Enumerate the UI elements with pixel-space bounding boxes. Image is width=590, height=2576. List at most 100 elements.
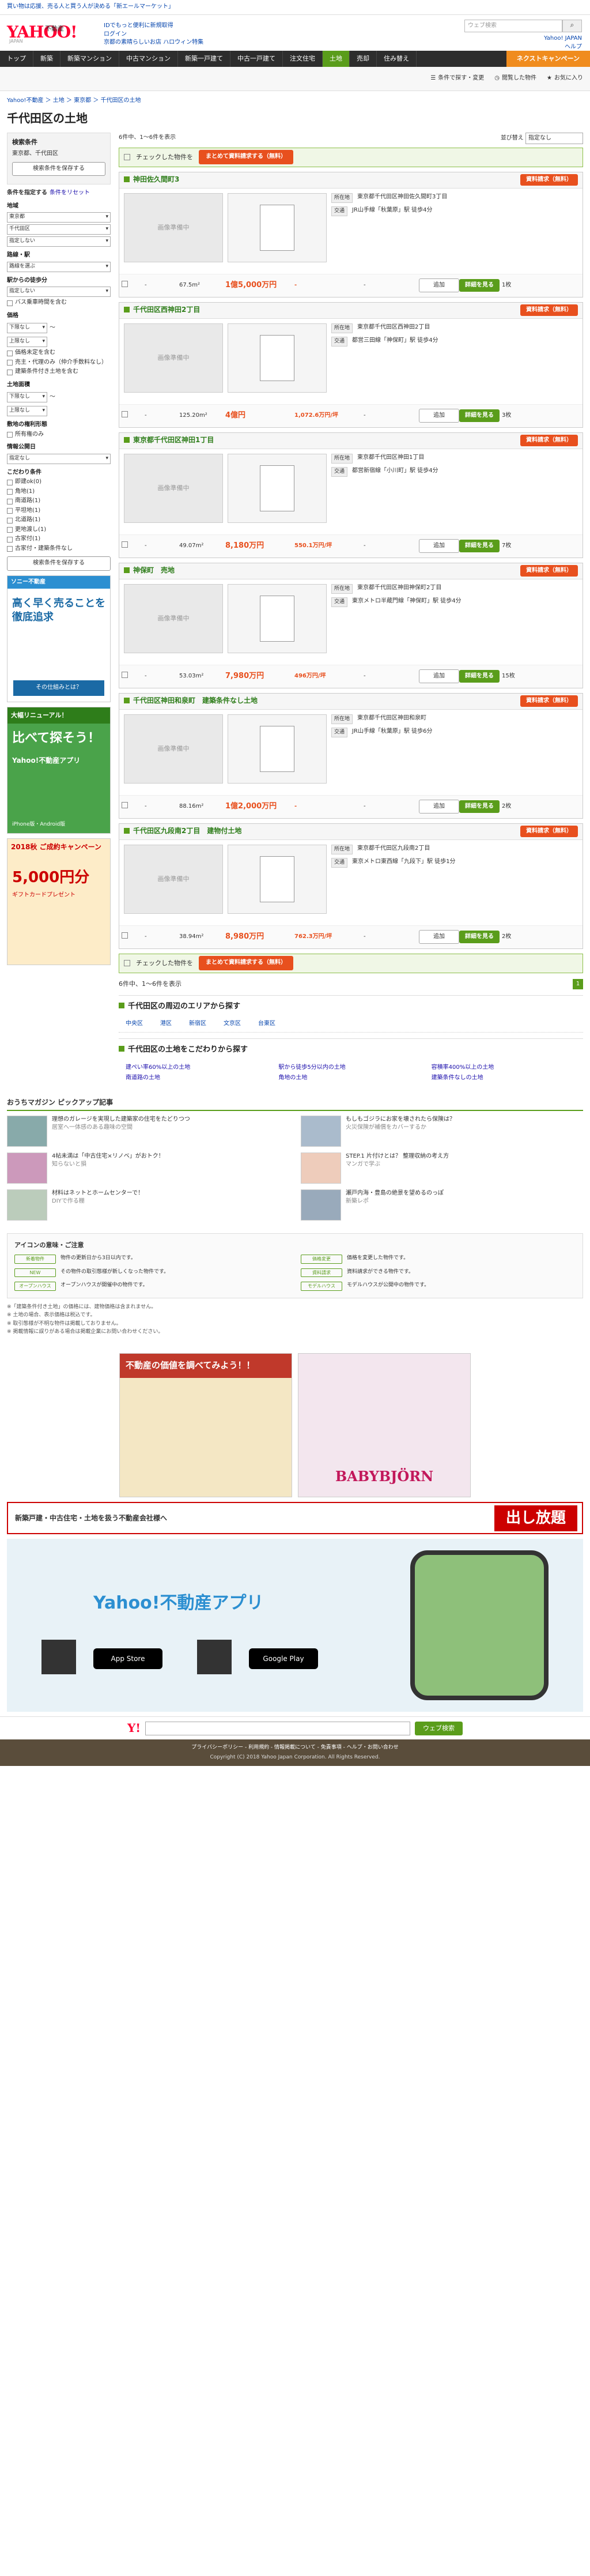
footer-search-input[interactable]	[145, 1721, 411, 1735]
nav-campaign-button[interactable]: ネクストキャンペーン	[506, 51, 590, 67]
favorite-button[interactable]: 追加	[419, 408, 459, 423]
price-check-2[interactable]: 売主・代理のみ（仲介手数料なし）	[7, 359, 111, 367]
checkbox[interactable]	[7, 360, 13, 366]
area-link[interactable]: 文京区	[224, 1020, 241, 1029]
page-1-button[interactable]: 1	[573, 978, 583, 989]
select-all-checkbox[interactable]	[124, 154, 130, 160]
save-conditions-button[interactable]: 検索条件を保存する	[12, 161, 105, 176]
kodawari-item[interactable]: 角地(1)	[7, 488, 111, 496]
kodawari-link[interactable]: 駅から徒歩5分以内の土地	[278, 1064, 423, 1072]
value-check-banner[interactable]: 不動産の価値を調べてみよう！！	[119, 1353, 292, 1498]
town-select[interactable]: 指定しない	[7, 236, 111, 247]
request-info-button[interactable]: 資料請求（無料）	[520, 174, 578, 186]
listing-checkbox[interactable]	[122, 671, 128, 678]
kodawari-item[interactable]: 南道路(1)	[7, 497, 111, 506]
sort-select[interactable]: 指定なし	[525, 132, 583, 144]
listing-photo[interactable]: 画像準備中	[124, 583, 223, 653]
listing-photo[interactable]: 画像準備中	[124, 453, 223, 523]
listing-plan[interactable]	[228, 323, 327, 393]
listing-photo[interactable]: 画像準備中	[124, 323, 223, 393]
listing-title[interactable]: 東京都千代田区神田1丁目	[124, 435, 214, 445]
breadcrumb[interactable]: Yahoo!不動産 ＞ 土地 ＞ 東京都 ＞ 千代田区の土地	[0, 91, 590, 108]
listing-plan[interactable]	[228, 844, 327, 914]
kodawari-link[interactable]: 南道路の土地	[126, 1074, 270, 1083]
kodawari-item[interactable]: 北道路(1)	[7, 516, 111, 525]
bulk-request-button[interactable]: まとめて資料請求する（無料）	[199, 150, 293, 164]
listing-checkbox[interactable]	[122, 932, 128, 939]
agent-banner[interactable]: 新築戸建・中古住宅・土地を扱う不動産会社様へ 出し放題	[7, 1502, 583, 1535]
walk-select[interactable]: 指定しない	[7, 287, 111, 297]
app-ad[interactable]: 大幅リニューアル！ 比べて探そう！ Yahoo!不動産アプリ iPhone版・A…	[7, 706, 111, 834]
kodawari-link[interactable]: 建築条件なしの土地	[432, 1074, 576, 1083]
bus-row[interactable]: バス乗車時間を含む	[7, 299, 111, 307]
listing-title[interactable]: 神保町 売地	[124, 566, 175, 575]
footer-links[interactable]: プライバシーポリシー - 利用規約 - 情報掲載について - 免責事項 - ヘル…	[0, 1744, 590, 1752]
top-notice-link[interactable]: 買い物は応援、売る人と買う人が決める「新エールマーケット」	[7, 3, 174, 12]
listing-plan[interactable]	[228, 453, 327, 523]
app-store-button[interactable]: App Store	[93, 1648, 162, 1670]
detail-button[interactable]: 詳細を見る	[459, 539, 500, 553]
nav-new[interactable]: 新築	[33, 51, 60, 67]
listing-title[interactable]: 千代田区神田和泉町 建築条件なし土地	[124, 696, 258, 706]
signup-link[interactable]: IDでもっと便利に新規取得	[104, 22, 203, 31]
condition-change-button[interactable]: ☰ 条件で探す・変更	[430, 74, 484, 83]
land-max-select[interactable]: 上限なし	[7, 406, 47, 417]
listing-plan[interactable]	[228, 714, 327, 784]
publish-select[interactable]: 指定なし	[7, 453, 111, 464]
listing-checkbox[interactable]	[122, 280, 128, 287]
request-info-button[interactable]: 資料請求（無料）	[520, 304, 578, 317]
nav-used-mansion[interactable]: 中古マンション	[119, 51, 178, 67]
search-icon[interactable]: ⌕	[562, 20, 582, 32]
listing-plan[interactable]	[228, 193, 327, 262]
history-button[interactable]: ◷ 閲覧した物件	[494, 74, 536, 83]
checkbox[interactable]	[7, 546, 13, 552]
checkbox[interactable]	[7, 489, 13, 495]
kodawari-more[interactable]: 古家付・建築条件なし	[7, 545, 111, 553]
nav-custom-house[interactable]: 注文住宅	[283, 51, 323, 67]
checkbox[interactable]	[7, 498, 13, 504]
yahoo-realestate-logo[interactable]: YAHOO! 不動産 JAPAN	[7, 21, 77, 44]
listing-title[interactable]: 千代田区九段南2丁目 建物付土地	[124, 826, 241, 836]
checkbox[interactable]	[7, 350, 13, 356]
listing-photo[interactable]: 画像準備中	[124, 193, 223, 262]
price-check-1[interactable]: 価格未定を含む	[7, 349, 111, 357]
detail-button[interactable]: 詳細を見る	[459, 278, 500, 292]
kodawari-item[interactable]: 古家付(1)	[7, 535, 111, 544]
detail-button[interactable]: 詳細を見る	[459, 409, 500, 423]
checkbox[interactable]	[7, 527, 13, 533]
footer-search-button[interactable]: ウェブ検索	[415, 1721, 463, 1735]
magazine-item[interactable]: 瀬戸内海・豊島の絶景を望めるのっぽ 新築レポ	[301, 1189, 583, 1222]
request-info-button[interactable]: 資料請求（無料）	[520, 695, 578, 707]
listing-checkbox[interactable]	[122, 410, 128, 417]
magazine-item[interactable]: もしもゴジラにお家を壊されたら保険は？ 火災保険が補償をカバーするか	[301, 1116, 583, 1148]
kodawari-item[interactable]: 即建ok(0)	[7, 478, 111, 487]
magazine-item[interactable]: 理想のガレージを実現した建築家の住宅をたどりつつ 居室へ一体感のある趣味の空間	[7, 1116, 289, 1148]
babybjorn-banner[interactable]: BABYBJÖRN	[298, 1353, 471, 1498]
area-link[interactable]: 新宿区	[189, 1020, 206, 1029]
checkbox[interactable]	[7, 536, 13, 543]
campaign-ad[interactable]: 2018秋 ご成約キャンペーン 5,000円分 ギフトカードプレゼント	[7, 838, 111, 965]
reset-link[interactable]: 条件をリセット	[50, 189, 90, 198]
listing-checkbox[interactable]	[122, 541, 128, 548]
favorite-button[interactable]: 追加	[419, 669, 459, 684]
city-select[interactable]: 千代田区	[7, 224, 111, 235]
listing-photo[interactable]: 画像準備中	[124, 714, 223, 784]
magazine-item[interactable]: 4帖未満は「中古住宅×リノベ」がおトク！ 知らないと損	[7, 1153, 289, 1185]
area-link[interactable]: 港区	[160, 1020, 172, 1029]
kodawari-link[interactable]: 容積率400%以上の土地	[432, 1064, 576, 1072]
magazine-item[interactable]: 材料はネットとホームセンターで！ DIYで作る棚	[7, 1189, 289, 1222]
select-all-checkbox[interactable]	[124, 960, 130, 966]
listing-title[interactable]: 千代田区西神田2丁目	[124, 305, 200, 315]
checkbox[interactable]	[7, 369, 13, 375]
price-min-select[interactable]: 下限なし	[7, 323, 47, 334]
checkbox[interactable]	[7, 517, 13, 524]
price-check-3[interactable]: 建築条件付き土地を含む	[7, 368, 111, 376]
header-search-input[interactable]: ウェブ検索	[464, 20, 562, 32]
checkbox[interactable]	[7, 508, 13, 514]
nav-top[interactable]: トップ	[0, 51, 33, 67]
price-max-select[interactable]: 上限なし	[7, 337, 47, 348]
nav-sell[interactable]: 売却	[350, 51, 377, 67]
request-info-button[interactable]: 資料請求（無料）	[520, 825, 578, 838]
detail-button[interactable]: 詳細を見る	[459, 669, 500, 683]
bus-checkbox[interactable]	[7, 300, 13, 306]
